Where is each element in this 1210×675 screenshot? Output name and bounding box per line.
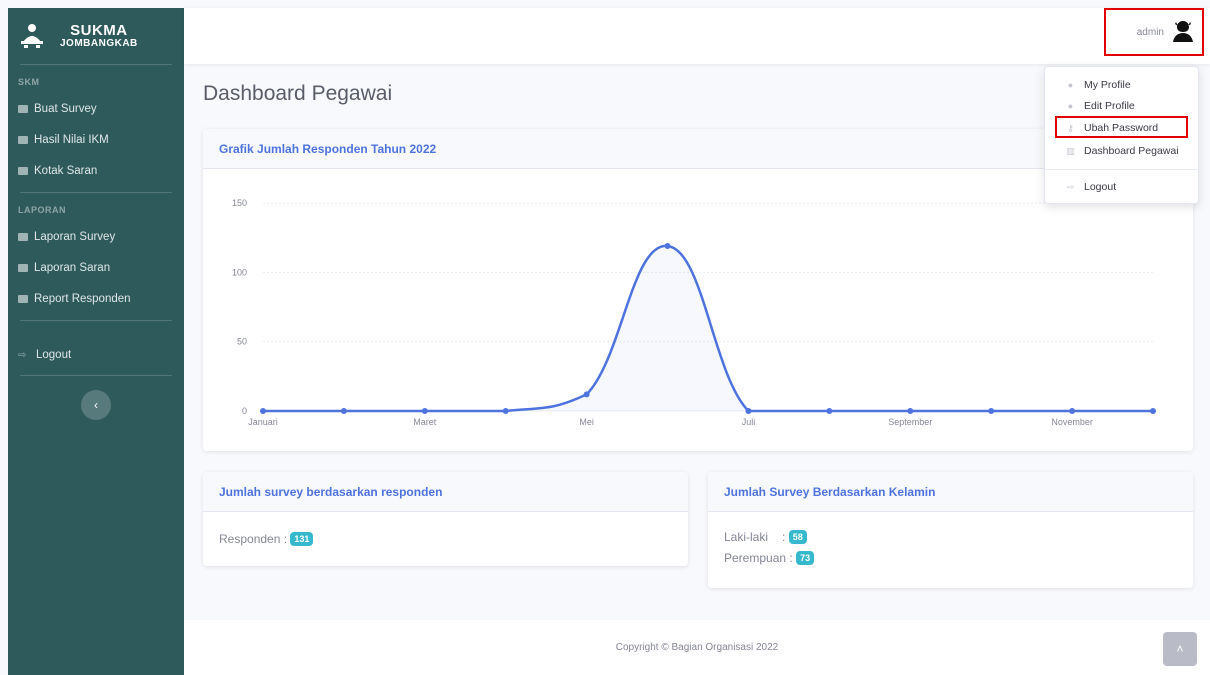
x-tick-label: Maret — [413, 417, 437, 427]
sidebar-item-label: Hasil Nilai IKM — [34, 133, 109, 146]
data-point — [745, 408, 752, 414]
y-tick-label: 150 — [232, 198, 247, 208]
highlight-box — [1055, 116, 1188, 138]
dropdown-item-edit-profile[interactable]: ● Edit Profile — [1045, 96, 1198, 116]
sidebar-item-label: Laporan Survey — [34, 230, 116, 243]
copyright-text: Copyright © Bagian Organisasi 2022 — [615, 642, 779, 653]
inbox-icon — [18, 166, 28, 175]
data-point — [988, 408, 995, 414]
data-point — [826, 408, 833, 414]
gender-card: Jumlah Survey Berdasarkan Kelamin Laki-l… — [708, 472, 1193, 588]
dropdown-item-logout[interactable]: ⇨ Logout — [1045, 177, 1198, 197]
sidebar: SUKMA JOMBANGKAB SKM Buat Survey Hasil N… — [8, 8, 184, 675]
brand-name: SUKMA — [70, 21, 128, 39]
male-label: Laki-laki — [724, 529, 769, 544]
sidebar-item-label: Laporan Saran — [34, 261, 111, 274]
female-label: Perempuan : — [724, 550, 793, 565]
page-title: Dashboard Pegawai — [203, 82, 393, 105]
dropdown-divider — [1045, 169, 1198, 170]
sidebar-toggle-button[interactable]: ‹ — [81, 390, 111, 420]
data-point — [421, 408, 428, 414]
data-point — [1069, 408, 1076, 414]
brand-subtitle: JOMBANGKAB — [60, 37, 138, 49]
data-point — [260, 408, 266, 414]
responden-chart: 0 50 100 150 Januari Maret Mei Juli September Nov… — [232, 198, 1156, 427]
data-point — [664, 242, 671, 249]
y-tick-label: 50 — [237, 337, 247, 347]
scroll-to-top-button[interactable]: ˄ — [1163, 632, 1197, 666]
data-point — [340, 408, 347, 414]
female-count-badge: 73 — [796, 550, 815, 565]
sidebar-item-report-responden[interactable]: Report Responden — [8, 283, 184, 314]
gender-card-title: Jumlah Survey Berdasarkan Kelamin — [708, 472, 1193, 512]
sidebar-heading-laporan: LAPORAN — [18, 205, 66, 215]
respondent-card: Jumlah survey berdasarkan responden Resp… — [203, 472, 688, 566]
x-tick-label: Juli — [742, 417, 756, 427]
file-icon — [18, 294, 28, 303]
dropdown-item-label: Logout — [1084, 181, 1117, 193]
sidebar-item-hasil-nilai-ikm[interactable]: Hasil Nilai IKM — [8, 124, 184, 155]
bank-icon: ▥ — [1066, 145, 1075, 156]
sidebar-item-logout[interactable]: ⇨ Logout — [8, 335, 184, 375]
sidebar-heading-skm: SKM — [18, 77, 40, 87]
x-tick-label: Mei — [579, 417, 594, 427]
series-area — [263, 245, 1153, 411]
list-icon — [18, 135, 28, 144]
brand[interactable]: SUKMA JOMBANGKAB — [8, 8, 184, 64]
respondent-card-title: Jumlah survey berdasarkan responden — [203, 472, 688, 512]
respondent-count-badge: 131 — [290, 531, 314, 546]
data-point — [907, 408, 914, 414]
male-count-badge: 58 — [788, 529, 807, 544]
sidebar-item-laporan-saran[interactable]: Laporan Saran — [8, 252, 184, 283]
x-tick-label: November — [1051, 417, 1093, 427]
user-dropdown-menu: ● My Profile ● Edit Profile ⚷ Ubah Passw… — [1044, 66, 1199, 204]
y-tick-label: 100 — [232, 267, 247, 277]
x-tick-label: September — [888, 417, 932, 427]
respondent-label: Responden : — [219, 531, 288, 546]
dropdown-item-dashboard-pegawai[interactable]: ▥ Dashboard Pegawai — [1045, 141, 1198, 161]
sidebar-item-label: Buat Survey — [34, 102, 97, 115]
user-menu-toggle[interactable]: admin — [1104, 8, 1204, 56]
data-point — [583, 391, 590, 398]
dropdown-item-my-profile[interactable]: ● My Profile — [1045, 75, 1198, 95]
user-icon: ● — [1067, 80, 1074, 90]
sign-out-icon: ⇨ — [18, 349, 27, 361]
report-icon — [18, 232, 28, 241]
avatar-icon — [1173, 21, 1193, 42]
sukma-logo-icon — [21, 24, 43, 48]
sidebar-item-label: Report Responden — [34, 292, 131, 305]
sign-out-icon: ⇨ — [1066, 181, 1075, 192]
sidebar-divider — [20, 375, 172, 376]
table-icon — [18, 104, 28, 113]
user-edit-icon: ● — [1067, 101, 1074, 111]
sidebar-item-kotak-saran[interactable]: Kotak Saran — [8, 155, 184, 186]
dropdown-item-label: Edit Profile — [1084, 100, 1135, 112]
chevron-left-icon: ‹ — [94, 398, 98, 412]
footer: Copyright © Bagian Organisasi 2022 — [184, 620, 1210, 675]
male-separator: : — [782, 529, 786, 544]
sidebar-item-label: Logout — [36, 349, 72, 361]
y-tick-label: 0 — [242, 406, 247, 416]
x-tick-label: Januari — [248, 417, 278, 427]
user-name: admin — [1136, 26, 1164, 38]
dropdown-item-label: My Profile — [1084, 79, 1131, 91]
list-icon — [18, 263, 28, 272]
topbar: admin — [184, 8, 1210, 64]
data-point — [502, 408, 509, 414]
sidebar-divider — [20, 320, 172, 321]
sidebar-item-laporan-survey[interactable]: Laporan Survey — [8, 221, 184, 252]
sidebar-item-label: Kotak Saran — [34, 164, 98, 177]
sidebar-item-buat-survey[interactable]: Buat Survey — [8, 93, 184, 124]
chevron-up-icon: ˄ — [1176, 642, 1184, 656]
data-point — [1150, 408, 1156, 414]
dropdown-item-label: Dashboard Pegawai — [1084, 145, 1179, 157]
